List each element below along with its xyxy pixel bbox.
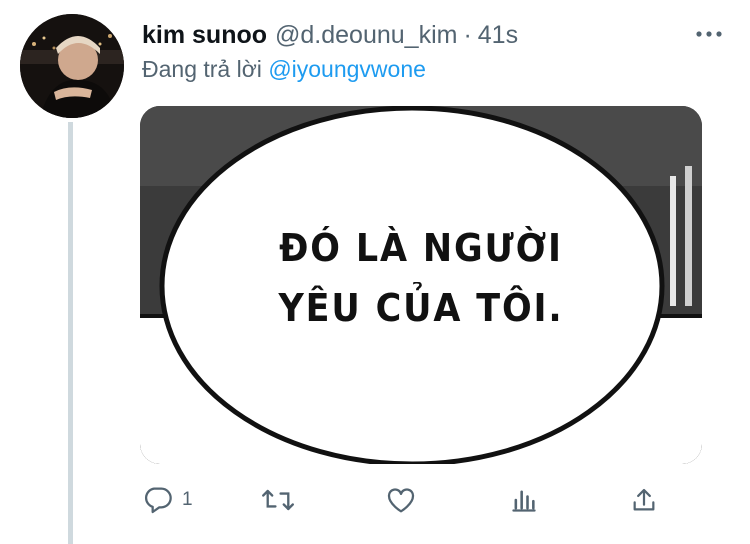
tweet-header: kim sunoo @d.deounu_kim · 41s [142, 18, 518, 52]
timestamp[interactable]: 41s [478, 21, 518, 50]
reply-context: Đang trả lời @iyoungvwone [142, 56, 426, 83]
tweet-image[interactable]: ĐÓ LÀ NGƯỜI YÊU CỦA TÔI. [140, 106, 702, 464]
thread-line [68, 122, 73, 544]
separator-dot: · [463, 20, 472, 49]
image-text-line-1: ĐÓ LÀ NGƯỜI [279, 226, 563, 270]
retweet-icon [260, 484, 296, 516]
reply-mention-link[interactable]: @iyoungvwone [268, 56, 426, 82]
stats-icon [510, 485, 538, 515]
reply-prefix: Đang trả lời [142, 56, 262, 82]
user-handle[interactable]: @d.deounu_kim [275, 21, 457, 50]
reply-count: 1 [182, 489, 193, 510]
retweet-button[interactable] [260, 480, 296, 520]
action-bar: 1 [140, 480, 660, 520]
more-icon[interactable] [694, 24, 724, 44]
share-button[interactable] [630, 480, 658, 520]
reply-icon [142, 484, 174, 516]
image-text-line-2: YÊU CỦA TÔI. [278, 286, 564, 330]
like-button[interactable] [384, 480, 418, 520]
avatar[interactable] [20, 14, 124, 118]
share-icon [630, 485, 658, 515]
speech-bubble-graphic [140, 106, 702, 464]
like-icon [384, 484, 418, 516]
display-name[interactable]: kim sunoo [142, 21, 267, 50]
stats-button[interactable] [510, 480, 538, 520]
reply-button[interactable]: 1 [142, 480, 193, 520]
avatar-photo [20, 14, 124, 118]
